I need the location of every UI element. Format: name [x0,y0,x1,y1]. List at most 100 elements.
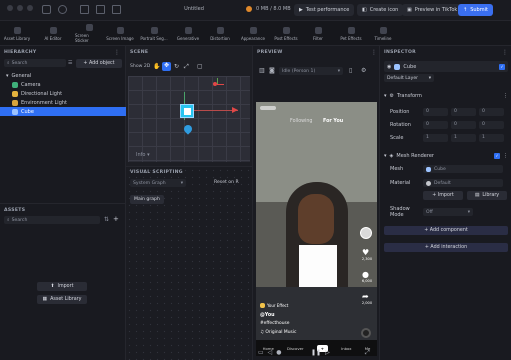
more-icon[interactable]: ⋮ [503,93,508,99]
move-tool-icon[interactable]: ✥ [162,62,171,71]
more-icon[interactable]: ⋮ [503,153,508,159]
position-z-input[interactable]: 0 [479,107,504,116]
effect-label[interactable]: Your Effect [260,303,288,308]
tool-pet-effects[interactable]: Pet Effects [337,21,365,46]
sort-icon[interactable]: ⇅ [104,216,109,223]
hand-tool-icon[interactable]: ✋ [153,63,160,70]
tool-ai-editor[interactable]: AI Editor [39,21,67,46]
record-icon[interactable]: ● [276,349,281,356]
home-icon[interactable] [42,5,51,14]
nav-inbox[interactable]: Inbox [341,346,351,351]
tool-screen-sticker[interactable]: Screen Sticker [75,21,103,46]
show-2d-toggle[interactable]: Show 2D [130,64,150,69]
layer-select[interactable]: Default Layer ▾ [384,74,434,82]
more-icon[interactable]: ⋮ [502,49,508,56]
rotation-y-input[interactable]: 0 [451,120,476,129]
scale-tool-icon[interactable]: ⤢ [184,63,189,71]
assets-search-input[interactable]: ⌕ Search [4,216,100,224]
rotation-z-input[interactable]: 0 [479,120,504,129]
shadow-mode-select[interactable]: Off ▾ [423,208,473,216]
help-icon[interactable] [58,5,67,14]
visibility-icon[interactable]: ◉ [387,64,391,70]
create-icon-button[interactable]: ◧ Create icon [357,4,404,16]
tree-item-cube[interactable]: Cube [0,107,126,116]
volume-icon[interactable]: ◁ [268,349,273,356]
step-icon[interactable]: ▷ [325,349,330,356]
mesh-field[interactable]: Cube [423,165,503,173]
settings-icon[interactable]: ⚙ [361,67,366,74]
hierarchy-search-input[interactable]: ⌕ Search [4,59,66,67]
enabled-checkbox[interactable]: ✓ [499,63,505,70]
close-window-icon[interactable] [7,5,13,11]
info-toggle[interactable]: Info ▾ [136,152,150,158]
import-button[interactable]: ⬆ Import [37,282,87,291]
add-object-button[interactable]: + Add object [76,59,122,68]
phone-preview[interactable]: Following For You ♥ 2,300 ● 6,000 ➦ 2,00… [256,102,377,356]
test-performance-button[interactable]: ▶ Test performance [294,4,355,16]
scale-x-input[interactable]: 1 [423,133,448,142]
tool-post-effects[interactable]: Post Effects [272,21,300,46]
more-icon[interactable]: ⋮ [371,49,377,56]
like-icon[interactable]: ♥ [362,248,369,257]
submit-button[interactable]: ↑ Submit [458,4,493,16]
cube-object[interactable] [180,104,194,118]
material-field[interactable]: Default [423,179,503,187]
position-y-input[interactable]: 0 [451,107,476,116]
share-icon[interactable]: ➦ [362,292,369,301]
tab-for-you[interactable]: For You [323,119,343,124]
asset-library-button[interactable]: ▦ Asset Library [37,295,87,304]
tool-timeline[interactable]: Timeline [369,21,397,46]
enabled-checkbox[interactable]: ✓ [494,153,500,159]
tool-generative[interactable]: Generative [174,21,202,46]
add-asset-icon[interactable]: + [113,215,119,223]
tab-following[interactable]: Following [290,119,312,124]
object-name[interactable]: Cube [403,64,496,70]
x-axis-arrow-icon[interactable] [232,107,238,113]
main-graph-tab[interactable]: Main graph [130,195,164,204]
maximize-window-icon[interactable] [27,5,33,11]
filter-list-icon[interactable]: ☰ [68,60,72,66]
material-library-button[interactable]: ▤ Library [467,191,507,200]
tool-asset-library[interactable]: Asset Library [3,21,31,46]
rect-tool-icon[interactable]: ▢ [197,63,203,70]
tool-appearance[interactable]: Appearance [239,21,267,46]
transform-header[interactable]: ▾ ⚙ Transform ⋮ [384,93,508,99]
tree-group-general[interactable]: ▾ General [0,71,126,80]
scene-viewport[interactable] [128,76,250,162]
comment-icon[interactable]: ● [362,270,369,279]
tool-distortion[interactable]: Distortion [206,21,234,46]
scale-z-input[interactable]: 1 [479,133,504,142]
material-import-button[interactable]: + Import [423,191,463,200]
axis-gizmo[interactable] [210,78,224,88]
minimize-window-icon[interactable] [17,5,23,11]
preview-tiktok-button[interactable]: ▣ Preview in TikTok [402,4,463,16]
pause-icon[interactable]: ❚❚ [311,349,321,356]
fullscreen-icon[interactable]: ⤢ [365,349,370,357]
video-icon[interactable]: ▭ [258,349,264,356]
tool-screen-image[interactable]: Screen Image [106,21,134,46]
more-icon[interactable]: ⋮ [114,49,120,56]
panel-icon[interactable] [96,5,105,14]
mesh-renderer-header[interactable]: ▾ ◈ Mesh Renderer ✓ ⋮ [384,153,508,159]
add-interaction-button[interactable]: + Add interaction [384,243,508,252]
orientation-icon[interactable]: ▯ [349,67,352,74]
export-icon[interactable] [112,5,121,14]
scale-y-input[interactable]: 1 [451,133,476,142]
nav-discover[interactable]: Discover [287,346,304,351]
tree-item-environment-light[interactable]: Environment Light [0,98,126,107]
tool-portrait-segmentation[interactable]: Portrait Seg... [140,21,168,46]
rotate-tool-icon[interactable]: ↻ [174,63,179,70]
camera-pin-icon[interactable] [182,123,194,135]
tree-item-directional-light[interactable]: Directional Light [0,89,126,98]
preview-mode-select[interactable]: Idle (Person 1) ▾ [279,67,343,75]
rotation-x-input[interactable]: 0 [423,120,448,129]
tree-item-camera[interactable]: Camera [0,80,126,89]
media-icon[interactable]: ▥ [259,67,265,74]
avatar[interactable] [360,227,372,239]
camera-icon[interactable]: ◙ [269,67,275,74]
layout-icon[interactable] [80,5,89,14]
reset-on-button[interactable]: Reset on R [214,180,239,185]
tool-filter[interactable]: Filter [304,21,332,46]
graph-select[interactable]: System Graph ▾ [130,179,186,187]
add-component-button[interactable]: + Add component [384,226,508,235]
